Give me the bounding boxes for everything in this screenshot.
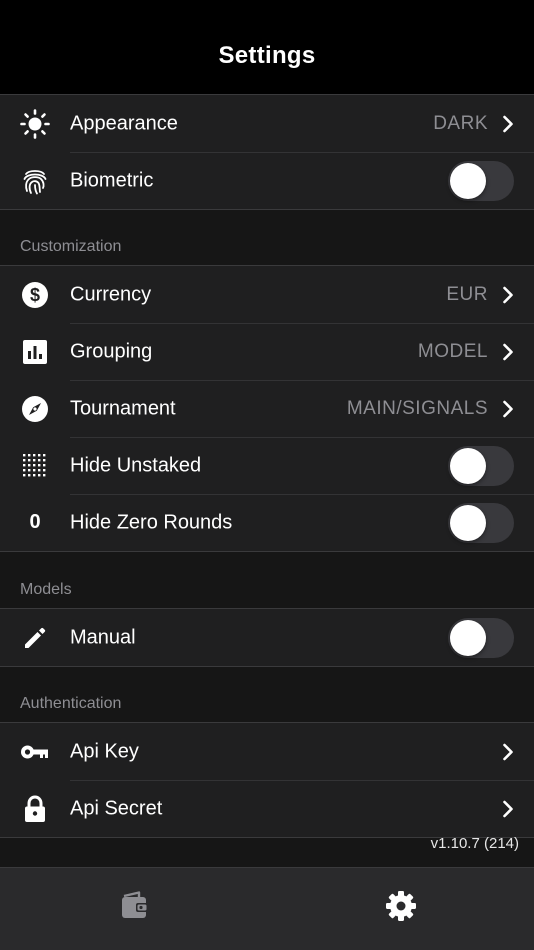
hide-zero-rounds-toggle[interactable] bbox=[448, 502, 514, 543]
grouping-row[interactable]: Grouping MODEL bbox=[0, 323, 534, 380]
hide-unstaked-label: Hide Unstaked bbox=[70, 454, 202, 476]
tournament-value: MAIN/SIGNALS bbox=[346, 397, 488, 419]
chevron-right-icon bbox=[503, 286, 513, 303]
dollar-icon: $ bbox=[18, 278, 52, 312]
toggle-knob bbox=[450, 447, 486, 484]
grouping-value: MODEL bbox=[417, 340, 488, 362]
tournament-label: Tournament bbox=[70, 397, 176, 419]
biometric-row: Biometric bbox=[0, 152, 534, 209]
app-version: v1.10.7 (214) bbox=[430, 835, 519, 852]
svg-text:$: $ bbox=[30, 285, 40, 305]
hide-unstaked-row: Hide Unstaked bbox=[0, 437, 534, 494]
general-settings-group: Appearance DARK Biometric bbox=[0, 94, 534, 210]
fingerprint-icon bbox=[18, 164, 52, 198]
tab-wallet[interactable] bbox=[0, 868, 267, 944]
hide-zero-rounds-row: 0 Hide Zero Rounds bbox=[0, 494, 534, 551]
tab-bar bbox=[0, 867, 534, 950]
zero-glyph: 0 bbox=[29, 511, 41, 533]
gear-icon bbox=[385, 891, 416, 921]
chevron-right-icon bbox=[503, 115, 513, 132]
manual-label: Manual bbox=[70, 626, 136, 648]
authentication-section-header: Authentication bbox=[20, 695, 122, 712]
currency-value: EUR bbox=[446, 283, 488, 305]
manual-toggle[interactable] bbox=[448, 617, 514, 658]
chevron-right-icon bbox=[503, 343, 513, 360]
sun-icon bbox=[18, 107, 52, 141]
bar-chart-icon bbox=[18, 335, 52, 369]
zero-icon: 0 bbox=[18, 506, 52, 540]
wallet-icon bbox=[121, 891, 148, 918]
chevron-right-icon bbox=[503, 743, 513, 760]
appearance-label: Appearance bbox=[70, 112, 178, 134]
models-group: Manual bbox=[0, 608, 534, 667]
chevron-right-icon bbox=[503, 800, 513, 817]
toggle-knob bbox=[450, 162, 486, 199]
biometric-toggle[interactable] bbox=[448, 160, 514, 201]
toggle-knob bbox=[450, 619, 486, 656]
page-title: Settings bbox=[218, 42, 316, 69]
api-key-row[interactable]: Api Key bbox=[0, 723, 534, 780]
customization-section-header: Customization bbox=[20, 238, 122, 255]
appearance-row[interactable]: Appearance DARK bbox=[0, 95, 534, 152]
appearance-value: DARK bbox=[433, 112, 488, 134]
currency-label: Currency bbox=[70, 283, 152, 305]
authentication-group: Api Key Api Secret bbox=[0, 722, 534, 838]
dot-grid-icon bbox=[18, 449, 52, 483]
manual-row: Manual bbox=[0, 609, 534, 666]
tab-settings[interactable] bbox=[267, 868, 534, 944]
hide-zero-rounds-label: Hide Zero Rounds bbox=[70, 511, 233, 533]
chevron-right-icon bbox=[503, 400, 513, 417]
customization-group: $ Currency EUR Grouping MODEL Tournament… bbox=[0, 265, 534, 552]
pencil-icon bbox=[18, 621, 52, 655]
api-secret-row[interactable]: Api Secret bbox=[0, 780, 534, 837]
api-secret-label: Api Secret bbox=[70, 797, 163, 819]
hide-unstaked-toggle[interactable] bbox=[448, 445, 514, 486]
biometric-label: Biometric bbox=[70, 169, 154, 191]
currency-row[interactable]: $ Currency EUR bbox=[0, 266, 534, 323]
toggle-knob bbox=[450, 504, 486, 541]
navigation-bar: Settings bbox=[0, 0, 534, 94]
tournament-row[interactable]: Tournament MAIN/SIGNALS bbox=[0, 380, 534, 437]
api-key-label: Api Key bbox=[70, 740, 139, 762]
lock-icon bbox=[18, 792, 52, 826]
models-section-header: Models bbox=[20, 581, 72, 598]
key-icon bbox=[18, 735, 52, 769]
compass-icon bbox=[18, 392, 52, 426]
grouping-label: Grouping bbox=[70, 340, 153, 362]
